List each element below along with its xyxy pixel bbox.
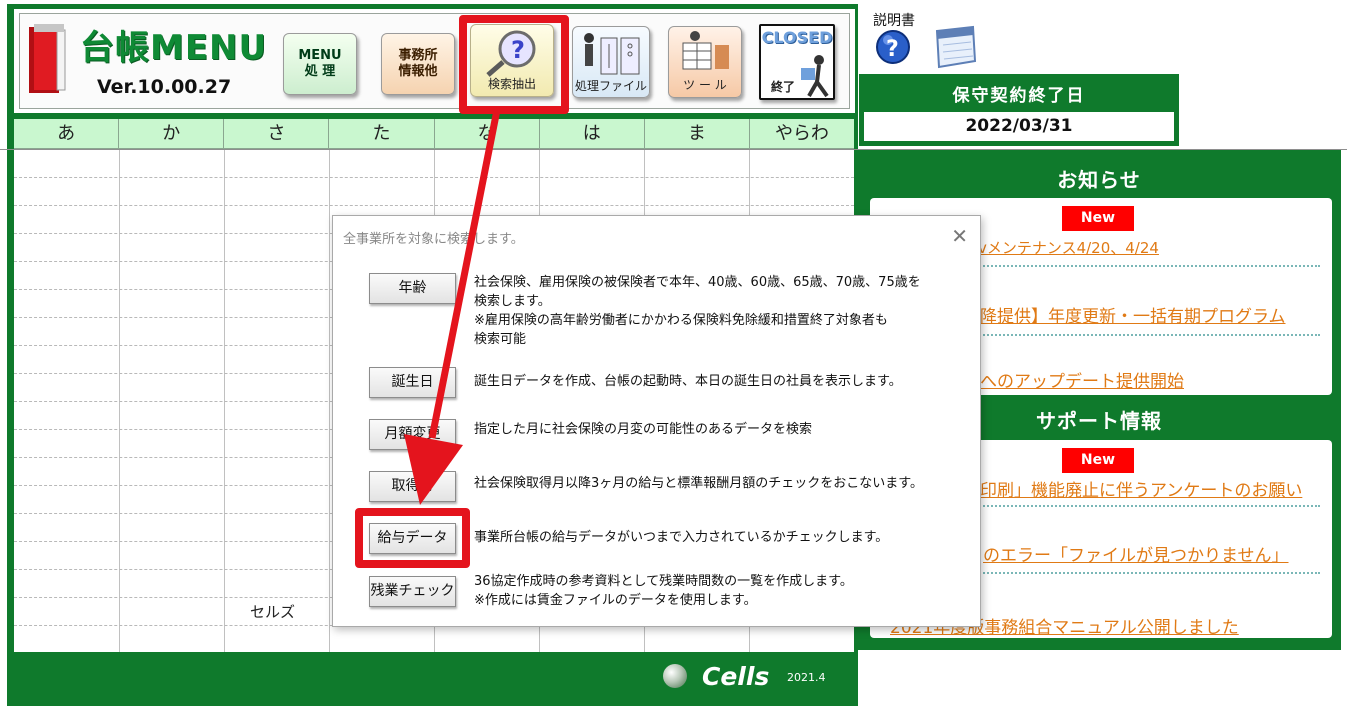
menu-process-button[interactable]: MENU 処 理 bbox=[283, 33, 357, 95]
monthly-change-button[interactable]: 月額変更 bbox=[369, 419, 456, 450]
kana-tab-row: あ か さ た な は ま やらわ bbox=[14, 119, 854, 149]
age-description: 社会保険、雇用保険の被保険者で本年、40歳、60歳、65歳、70歳、75歳を 検… bbox=[474, 275, 921, 347]
process-file-label: 処理ファイル bbox=[574, 79, 647, 93]
footer-brand: Cells bbox=[702, 662, 770, 691]
magnifier-icon: ? bbox=[486, 30, 536, 77]
contract-end-title: 保守契約終了日 bbox=[952, 86, 1086, 106]
ledger-book-icon bbox=[29, 24, 66, 93]
exit-person-icon bbox=[801, 55, 829, 98]
tools-button[interactable]: ツ ー ル bbox=[668, 26, 742, 98]
overtime-check-description: 36協定作成時の参考資料として残業時間数の一覧を作成します。 ※作成には賃金ファ… bbox=[474, 574, 853, 608]
process-file-button[interactable]: 処理ファイル bbox=[572, 26, 650, 98]
search-dialog: 全事業所を対象に検索します。 ✕ 年齢 社会保険、雇用保険の被保険者で本年、40… bbox=[332, 215, 981, 627]
overtime-check-button[interactable]: 残業チェック bbox=[369, 576, 456, 607]
tab-kana-ma[interactable]: ま bbox=[645, 119, 750, 148]
help-icon[interactable]: ? bbox=[875, 29, 911, 65]
tools-label: ツ ー ル bbox=[683, 78, 727, 92]
salary-data-button[interactable]: 給与データ bbox=[369, 523, 456, 554]
grid-row-line bbox=[14, 205, 854, 206]
birthday-description: 誕生日データを作成、台帳の起動時、本日の誕生日の社員を表示します。 bbox=[474, 374, 902, 389]
acquisition-button[interactable]: 取得時 bbox=[369, 471, 456, 502]
acquisition-description: 社会保険取得月以降3ヶ月の給与と標準報酬月額のチェックをおこないます。 bbox=[474, 476, 923, 491]
app-version: Ver.10.00.27 bbox=[97, 76, 232, 98]
tab-kana-ha[interactable]: は bbox=[540, 119, 645, 148]
calendar-icon[interactable] bbox=[931, 25, 979, 69]
dialog-title: 全事業所を対象に検索します。 bbox=[343, 232, 524, 247]
support-link[interactable]: 印刷」機能廃止に伴うアンケートのお願い bbox=[980, 476, 1302, 501]
office-info-button[interactable]: 事務所 情報他 bbox=[381, 33, 455, 95]
news-link[interactable]: 降提供】年度更新・一括有期プログラム bbox=[980, 302, 1286, 327]
tab-kana-yarawa[interactable]: やらわ bbox=[750, 119, 854, 148]
birthday-button[interactable]: 誕生日 bbox=[369, 367, 456, 398]
support-link[interactable]: のエラー「ファイルが見つかりません」 bbox=[983, 541, 1289, 566]
closed-label: CLOSED bbox=[761, 28, 833, 47]
file-cabinet-icon bbox=[584, 33, 640, 75]
close-icon[interactable]: ✕ bbox=[951, 224, 968, 248]
manual-label: 説明書 bbox=[873, 13, 915, 29]
new-badge: New bbox=[1062, 448, 1134, 473]
tab-kana-a[interactable]: あ bbox=[14, 119, 120, 148]
exit-label: 終了 bbox=[771, 80, 796, 94]
news-title: お知らせ bbox=[1057, 168, 1141, 192]
footer-version: 2021.4 bbox=[787, 671, 826, 684]
grid-row-line bbox=[14, 177, 854, 178]
svg-text:?: ? bbox=[886, 37, 899, 62]
tab-kana-ta[interactable]: た bbox=[329, 119, 435, 148]
salary-data-description: 事業所台帳の給与データがいつまで入力されているかチェックします。 bbox=[474, 530, 889, 545]
contract-end-date: 2022/03/31 bbox=[864, 112, 1174, 141]
tab-kana-sa[interactable]: さ bbox=[224, 119, 330, 148]
app-window: 台帳MENU Ver.10.00.27 MENU 処 理 事務所 情報他 ? 検… bbox=[0, 0, 1347, 726]
news-link[interactable]: へのアップデート提供開始 bbox=[980, 367, 1184, 392]
news-link[interactable]: vメンテナンス4/20、4/24 bbox=[978, 237, 1159, 258]
age-button[interactable]: 年齢 bbox=[369, 273, 456, 304]
cells-logo-icon bbox=[663, 664, 687, 688]
tab-kana-ka[interactable]: か bbox=[119, 119, 225, 148]
tools-person-icon bbox=[682, 31, 729, 70]
app-title: 台帳MENU bbox=[80, 28, 268, 68]
search-extract-button[interactable]: ? 検索抽出 bbox=[470, 24, 554, 97]
svg-text:?: ? bbox=[511, 36, 525, 64]
new-badge: New bbox=[1062, 206, 1134, 231]
search-extract-label: 検索抽出 bbox=[487, 77, 536, 91]
tab-kana-na[interactable]: な bbox=[435, 119, 540, 148]
monthly-change-description: 指定した月に社会保険の月変の可能性のあるデータを検索 bbox=[474, 422, 813, 437]
close-exit-button[interactable]: CLOSED 終了 bbox=[759, 24, 835, 100]
grid-cell-office[interactable]: セルズ bbox=[250, 601, 295, 622]
